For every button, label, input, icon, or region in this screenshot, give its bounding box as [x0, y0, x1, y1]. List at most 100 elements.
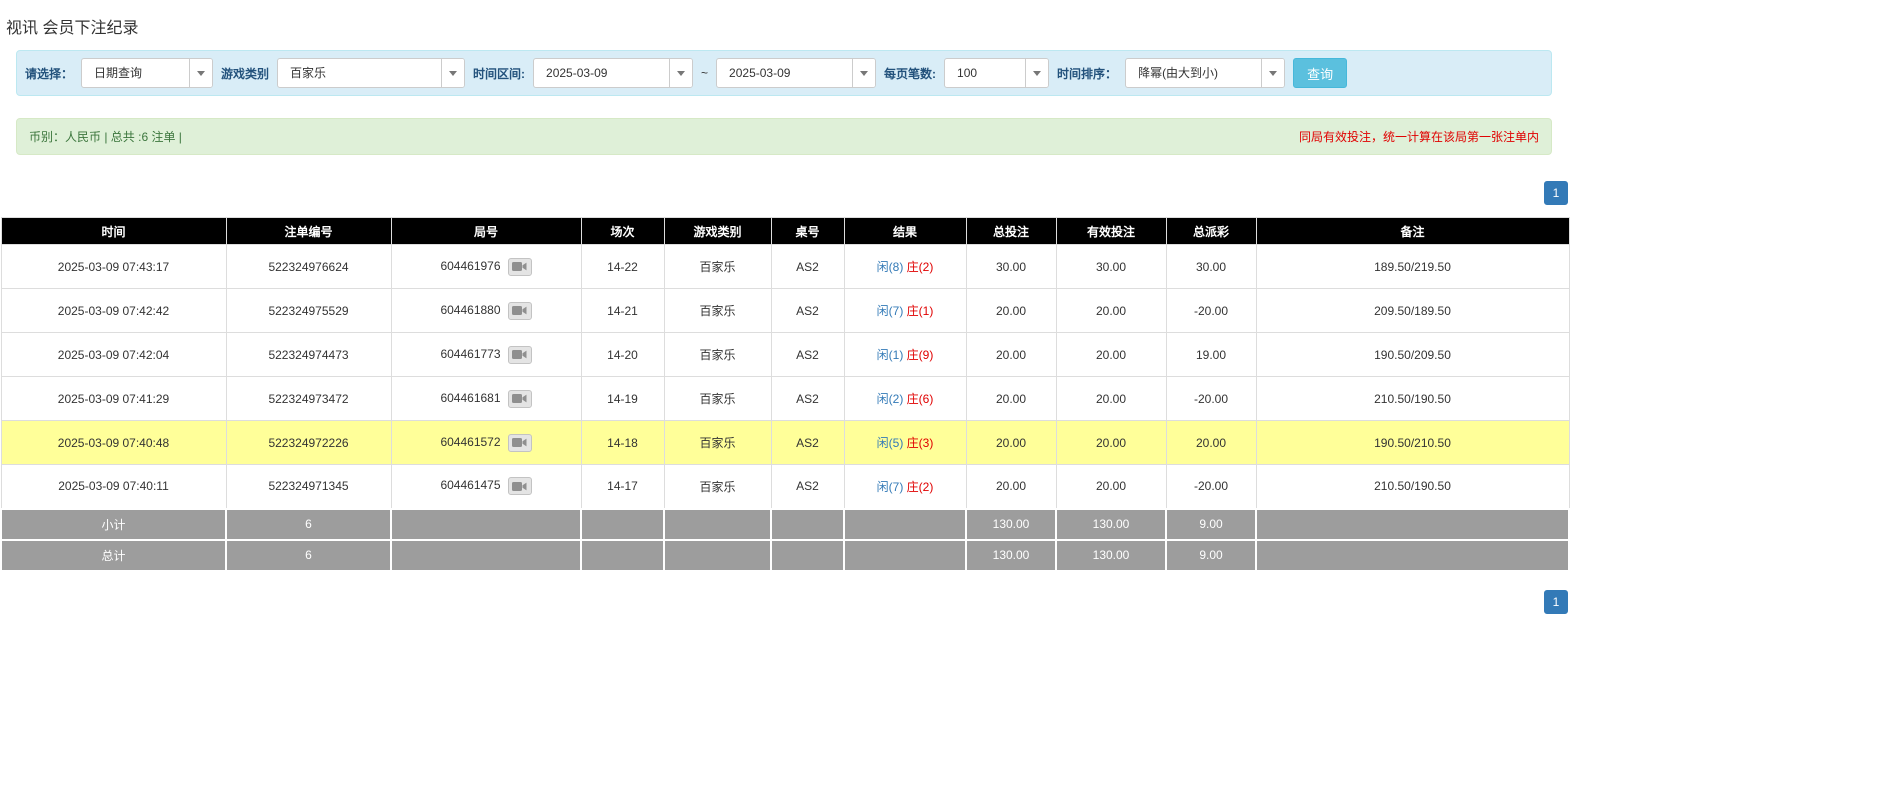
result-cell: 闲(5) 庄(3) — [843, 420, 967, 465]
footer-cell — [770, 507, 845, 541]
result-player: 闲(2) — [876, 392, 904, 406]
table-row: 2025-03-09 07:40:48 522324972226 604461572… — [0, 420, 1570, 465]
footer-cell: 130.00 — [1055, 538, 1167, 572]
date-separator: ~ — [701, 66, 709, 80]
result-cell: 闲(7) 庄(2) — [843, 464, 967, 509]
chevron-down-icon — [1261, 59, 1285, 87]
footer-cell — [580, 507, 665, 541]
valid-bet-cell: 20.00 — [1055, 420, 1167, 465]
search-button[interactable]: 查询 — [1293, 58, 1348, 88]
payout-cell: -20.00 — [1165, 376, 1257, 421]
column-header: 总派彩 — [1165, 217, 1257, 245]
page-size-label: 每页笔数: — [884, 66, 937, 81]
footer-label-cell: 小计 — [0, 507, 227, 541]
page-size-value: 100 — [957, 66, 978, 80]
session-cell: 14-21 — [580, 288, 665, 333]
time-cell: 2025-03-09 07:40:11 — [0, 464, 227, 509]
column-header: 局号 — [390, 217, 582, 245]
video-replay-icon[interactable] — [507, 433, 532, 452]
round-id: 604461475 — [440, 478, 501, 493]
query-type-select[interactable]: 日期查询 — [81, 58, 214, 88]
total-bet-cell[interactable]: 20.00 — [965, 288, 1057, 333]
round-id: 604461773 — [440, 346, 501, 361]
chevron-down-icon — [189, 59, 213, 87]
footer-cell — [770, 538, 845, 572]
bet-id-cell: 522324976624 — [225, 244, 392, 289]
date-range-label: 时间区间: — [473, 66, 526, 81]
table-no-cell: AS2 — [770, 332, 845, 377]
page-number-button[interactable]: 1 — [1544, 589, 1568, 614]
game-type-select[interactable]: 百家乐 — [277, 58, 466, 88]
footer-cell: 130.00 — [965, 538, 1057, 572]
round-id-cell: 604461773 — [390, 332, 582, 377]
total-bet-cell[interactable]: 20.00 — [965, 332, 1057, 377]
footer-cell: 9.00 — [1165, 507, 1257, 541]
video-replay-icon[interactable] — [507, 389, 532, 408]
round-id: 604461976 — [440, 258, 501, 273]
session-cell: 14-17 — [580, 464, 665, 509]
date-from-value: 2025-03-09 — [546, 66, 608, 80]
page-title: 视讯 会员下注纪录 — [6, 20, 139, 37]
total-bet-cell[interactable]: 20.00 — [965, 464, 1057, 509]
bet-records-table: 时间 注单编号 局号 场次 游戏类别 桌号 结果 总投注 有效投注 总派彩 备注 2025-03-0… — [0, 217, 1570, 572]
footer-cell — [663, 507, 772, 541]
total-bet-cell[interactable]: 20.00 — [965, 376, 1057, 421]
sort-select[interactable]: 降幂(由大到小) — [1125, 58, 1286, 88]
result-player: 闲(5) — [876, 436, 904, 450]
footer-cell: 6 — [225, 538, 392, 572]
video-replay-icon[interactable] — [507, 301, 532, 320]
pagination-top: 1 — [0, 181, 1568, 205]
payout-cell: 30.00 — [1165, 244, 1257, 289]
game-type-cell: 百家乐 — [663, 244, 772, 289]
summary-bar: 币别：人民币 | 总共 :6 注单 | 同局有效投注，统一计算在该局第一张注单内 — [16, 118, 1552, 155]
result-banker: 庄(1) — [906, 304, 934, 318]
footer-cell — [390, 538, 582, 572]
table-row: 2025-03-09 07:42:42 522324975529 604461880… — [0, 288, 1570, 333]
round-id: 604461681 — [440, 390, 501, 405]
payout-cell: 20.00 — [1165, 420, 1257, 465]
valid-bet-cell: 20.00 — [1055, 332, 1167, 377]
chevron-down-icon — [669, 59, 693, 87]
footer-cell: 6 — [225, 507, 392, 541]
payout-cell: 19.00 — [1165, 332, 1257, 377]
total-bet-cell[interactable]: 30.00 — [965, 244, 1057, 289]
game-type-label: 游戏类别 — [221, 66, 270, 81]
footer-label-cell: 总计 — [0, 538, 227, 572]
footer-cell: 130.00 — [965, 507, 1057, 541]
sort-value: 降幂(由大到小) — [1138, 66, 1219, 80]
result-cell: 闲(1) 庄(9) — [843, 332, 967, 377]
page-size-select[interactable]: 100 — [944, 58, 1050, 88]
note-cell: 210.50/190.50 — [1255, 464, 1570, 509]
result-player: 闲(7) — [876, 479, 904, 494]
page-number-button[interactable]: 1 — [1544, 181, 1568, 205]
table-no-cell: AS2 — [770, 288, 845, 333]
round-id: 604461572 — [440, 434, 501, 449]
page-content: 视讯 会员下注纪录 请选择： 日期查询 游戏类别 百家乐 时间区间: 2025-… — [0, 14, 1570, 614]
table-no-cell: AS2 — [770, 376, 845, 421]
date-from-select[interactable]: 2025-03-09 — [533, 58, 694, 88]
bet-id-cell: 522324974473 — [225, 332, 392, 377]
session-cell: 14-20 — [580, 332, 665, 377]
round-id-cell: 604461681 — [390, 376, 582, 421]
footer-cell — [843, 507, 967, 541]
video-replay-icon[interactable] — [507, 257, 532, 276]
table-no-cell: AS2 — [770, 420, 845, 465]
video-replay-icon[interactable] — [507, 477, 532, 496]
total-bet-cell[interactable]: 20.00 — [965, 420, 1057, 465]
time-cell: 2025-03-09 07:42:42 — [0, 288, 227, 333]
note-cell: 189.50/219.50 — [1255, 244, 1570, 289]
game-type-cell: 百家乐 — [663, 464, 772, 509]
column-header: 备注 — [1255, 217, 1570, 245]
video-replay-icon[interactable] — [507, 345, 532, 364]
footer-cell — [843, 538, 967, 572]
time-cell: 2025-03-09 07:43:17 — [0, 244, 227, 289]
filter-bar: 请选择： 日期查询 游戏类别 百家乐 时间区间: 2025-03-09 ~ 20… — [16, 50, 1552, 96]
bet-id-cell: 522324971345 — [225, 464, 392, 509]
round-id-cell: 604461475 — [390, 464, 582, 509]
table-footer-row: 小计 6 130.00 130.00 9.00 — [0, 507, 1570, 541]
query-type-label: 请选择： — [25, 66, 74, 81]
result-banker: 庄(2) — [906, 260, 934, 274]
table-row: 2025-03-09 07:43:17 522324976624 604461976… — [0, 244, 1570, 289]
date-to-select[interactable]: 2025-03-09 — [716, 58, 877, 88]
result-player: 闲(1) — [876, 348, 904, 362]
